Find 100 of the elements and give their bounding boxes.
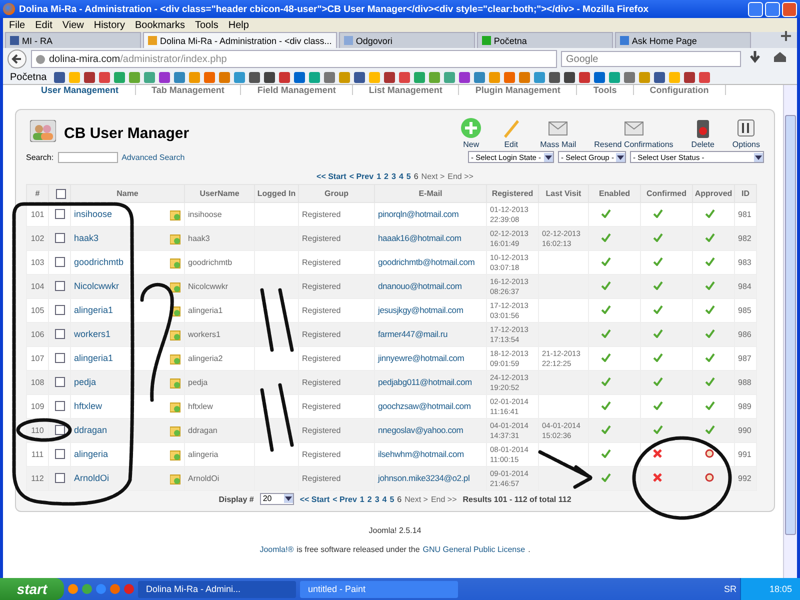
user-name-link[interactable]: ArnoldOi (74, 472, 110, 482)
taskbar-button[interactable]: untitled - Paint (300, 580, 458, 598)
column-header[interactable]: Approved (692, 184, 734, 202)
browser-tab[interactable]: MI - RA (5, 32, 141, 48)
browser-tab[interactable]: Početna (476, 32, 613, 48)
column-header[interactable]: Name (70, 184, 184, 202)
toolbar-button[interactable]: Edit (496, 117, 526, 149)
license-link[interactable]: GNU General Public License (422, 545, 526, 554)
column-header[interactable]: Registered (486, 184, 538, 202)
row-number: 108 (26, 370, 48, 394)
admin-tab[interactable]: Tab Management (136, 85, 242, 95)
toolbar-button[interactable]: New (456, 117, 486, 149)
page-link[interactable]: 3 (374, 494, 380, 504)
display-dropdown[interactable]: 20 (260, 493, 294, 505)
page-link[interactable]: 1 (376, 172, 382, 181)
menu-item[interactable]: View (62, 20, 84, 30)
row-number: 104 (26, 274, 48, 298)
admin-tab[interactable]: Plugin Management (459, 85, 578, 95)
column-header[interactable]: Confirmed (640, 184, 692, 202)
toolbar-button[interactable]: Resend Confirmations (590, 117, 678, 149)
clock-text: 18:05 (769, 584, 792, 594)
page-heading: CB User Manager (64, 124, 190, 142)
page-link[interactable]: 5 (390, 494, 394, 504)
table-cell: 986 (734, 322, 756, 346)
page-link[interactable]: 6 (414, 172, 418, 181)
table-cell: Registered (298, 370, 374, 394)
menu-item[interactable]: Tools (195, 20, 218, 30)
column-header[interactable]: Group (298, 184, 374, 202)
row-number: 106 (26, 322, 48, 346)
user-name-link[interactable]: alingeria1 (74, 352, 114, 362)
admin-tab[interactable]: List Management (352, 85, 460, 95)
page-link[interactable]: 3 (391, 172, 396, 181)
pagination-link[interactable]: < Prev (332, 494, 357, 504)
address-bar[interactable]: dolina-mira.com/administrator/index.php (31, 50, 557, 68)
admin-tab[interactable]: User Management (25, 85, 136, 95)
column-header[interactable]: Last Visit (538, 184, 588, 202)
browser-tab[interactable]: Ask Home Page (614, 32, 751, 48)
table-cell: Registered (298, 274, 374, 298)
table-cell: Nicolcwwkr (184, 274, 254, 298)
toolbar-button[interactable]: Mass Mail (536, 117, 580, 149)
table-cell: 988 (734, 370, 756, 394)
admin-tab[interactable]: Tools (577, 85, 634, 95)
start-button[interactable]: start (0, 578, 64, 600)
page-link[interactable]: 4 (398, 172, 404, 181)
column-header[interactable]: Logged In (254, 184, 298, 202)
table-cell: haak3 (184, 226, 254, 250)
menu-item[interactable]: Help (228, 20, 249, 30)
language-indicator[interactable]: SR (724, 584, 736, 594)
user-name-link[interactable]: insihoose (74, 208, 112, 218)
user-name-link[interactable]: hftxlew (74, 400, 102, 410)
page-link[interactable]: 2 (384, 172, 388, 181)
user-name-link[interactable]: workers1 (74, 328, 111, 338)
advanced-search-link[interactable]: Advanced Search (122, 152, 185, 162)
page-link[interactable]: 4 (382, 494, 387, 504)
page-link[interactable]: 1 (360, 494, 364, 504)
user-name-link[interactable]: goodrichmtb (74, 256, 124, 266)
page-link[interactable]: 2 (367, 494, 372, 504)
search-label: Search: (26, 152, 54, 162)
admin-tab[interactable]: Configuration (634, 85, 726, 95)
user-name-link[interactable]: alingeria1 (74, 304, 114, 314)
table-cell: workers1 (184, 322, 254, 346)
joomla-link[interactable]: Joomla!® (260, 545, 294, 554)
search-field[interactable]: Google (561, 51, 741, 67)
menu-item[interactable]: Edit (35, 20, 52, 30)
column-header[interactable]: UserName (184, 184, 254, 202)
column-header[interactable]: ID (734, 184, 756, 202)
license-text: is free software released under the (296, 545, 420, 554)
menu-item[interactable]: Bookmarks (134, 20, 185, 30)
toolbar-button[interactable]: Options (728, 117, 764, 149)
row-number: 112 (26, 466, 48, 490)
pagination-link[interactable]: << Start (316, 172, 346, 181)
user-name-link[interactable]: pedja (74, 376, 96, 386)
user-name-link[interactable]: haak3 (74, 232, 99, 242)
column-header: # (26, 184, 48, 202)
pagination-link[interactable]: < Prev (349, 172, 374, 181)
window-title: Dolina Mi-Ra - Administration - <div class="header cbicon-48-user">CB User Manager</div><div style="clear:both;"></div> - Mozilla Firefox (19, 4, 650, 14)
menu-item[interactable]: File (9, 20, 26, 30)
table-cell: Registered (298, 322, 374, 346)
row-number: 109 (26, 394, 48, 418)
bookmark-item[interactable]: Početna (7, 72, 50, 82)
browser-tab[interactable]: Odgovori (338, 32, 475, 48)
table-cell: Registered (298, 226, 374, 250)
user-name-link[interactable]: alingeria (74, 448, 108, 458)
browser-tab[interactable]: Dolina Mi-Ra - Administration - <div class... (143, 32, 337, 48)
page-link[interactable]: 5 (406, 172, 411, 181)
toolbar-button[interactable]: Delete (687, 117, 718, 149)
user-name-link[interactable]: Nicolcwwkr (74, 280, 119, 290)
pagination-link[interactable]: << Start (300, 494, 330, 504)
version-text: Joomla! 2.5.14 (368, 526, 422, 535)
table-cell: ArnoldOi (184, 466, 254, 490)
menu-item[interactable]: History (94, 20, 125, 30)
column-header[interactable]: E-Mail (374, 184, 486, 202)
table-cell: ddragan (184, 418, 254, 442)
column-header[interactable]: Enabled (588, 184, 640, 202)
page-link[interactable]: 6 (397, 494, 402, 504)
admin-tab[interactable]: Field Management (241, 85, 353, 95)
table-cell: Registered (298, 418, 374, 442)
taskbar-button[interactable]: Dolina Mi-Ra - Admini... (138, 580, 296, 598)
period-text: . (528, 545, 530, 554)
user-name-link[interactable]: ddragan (74, 424, 108, 434)
